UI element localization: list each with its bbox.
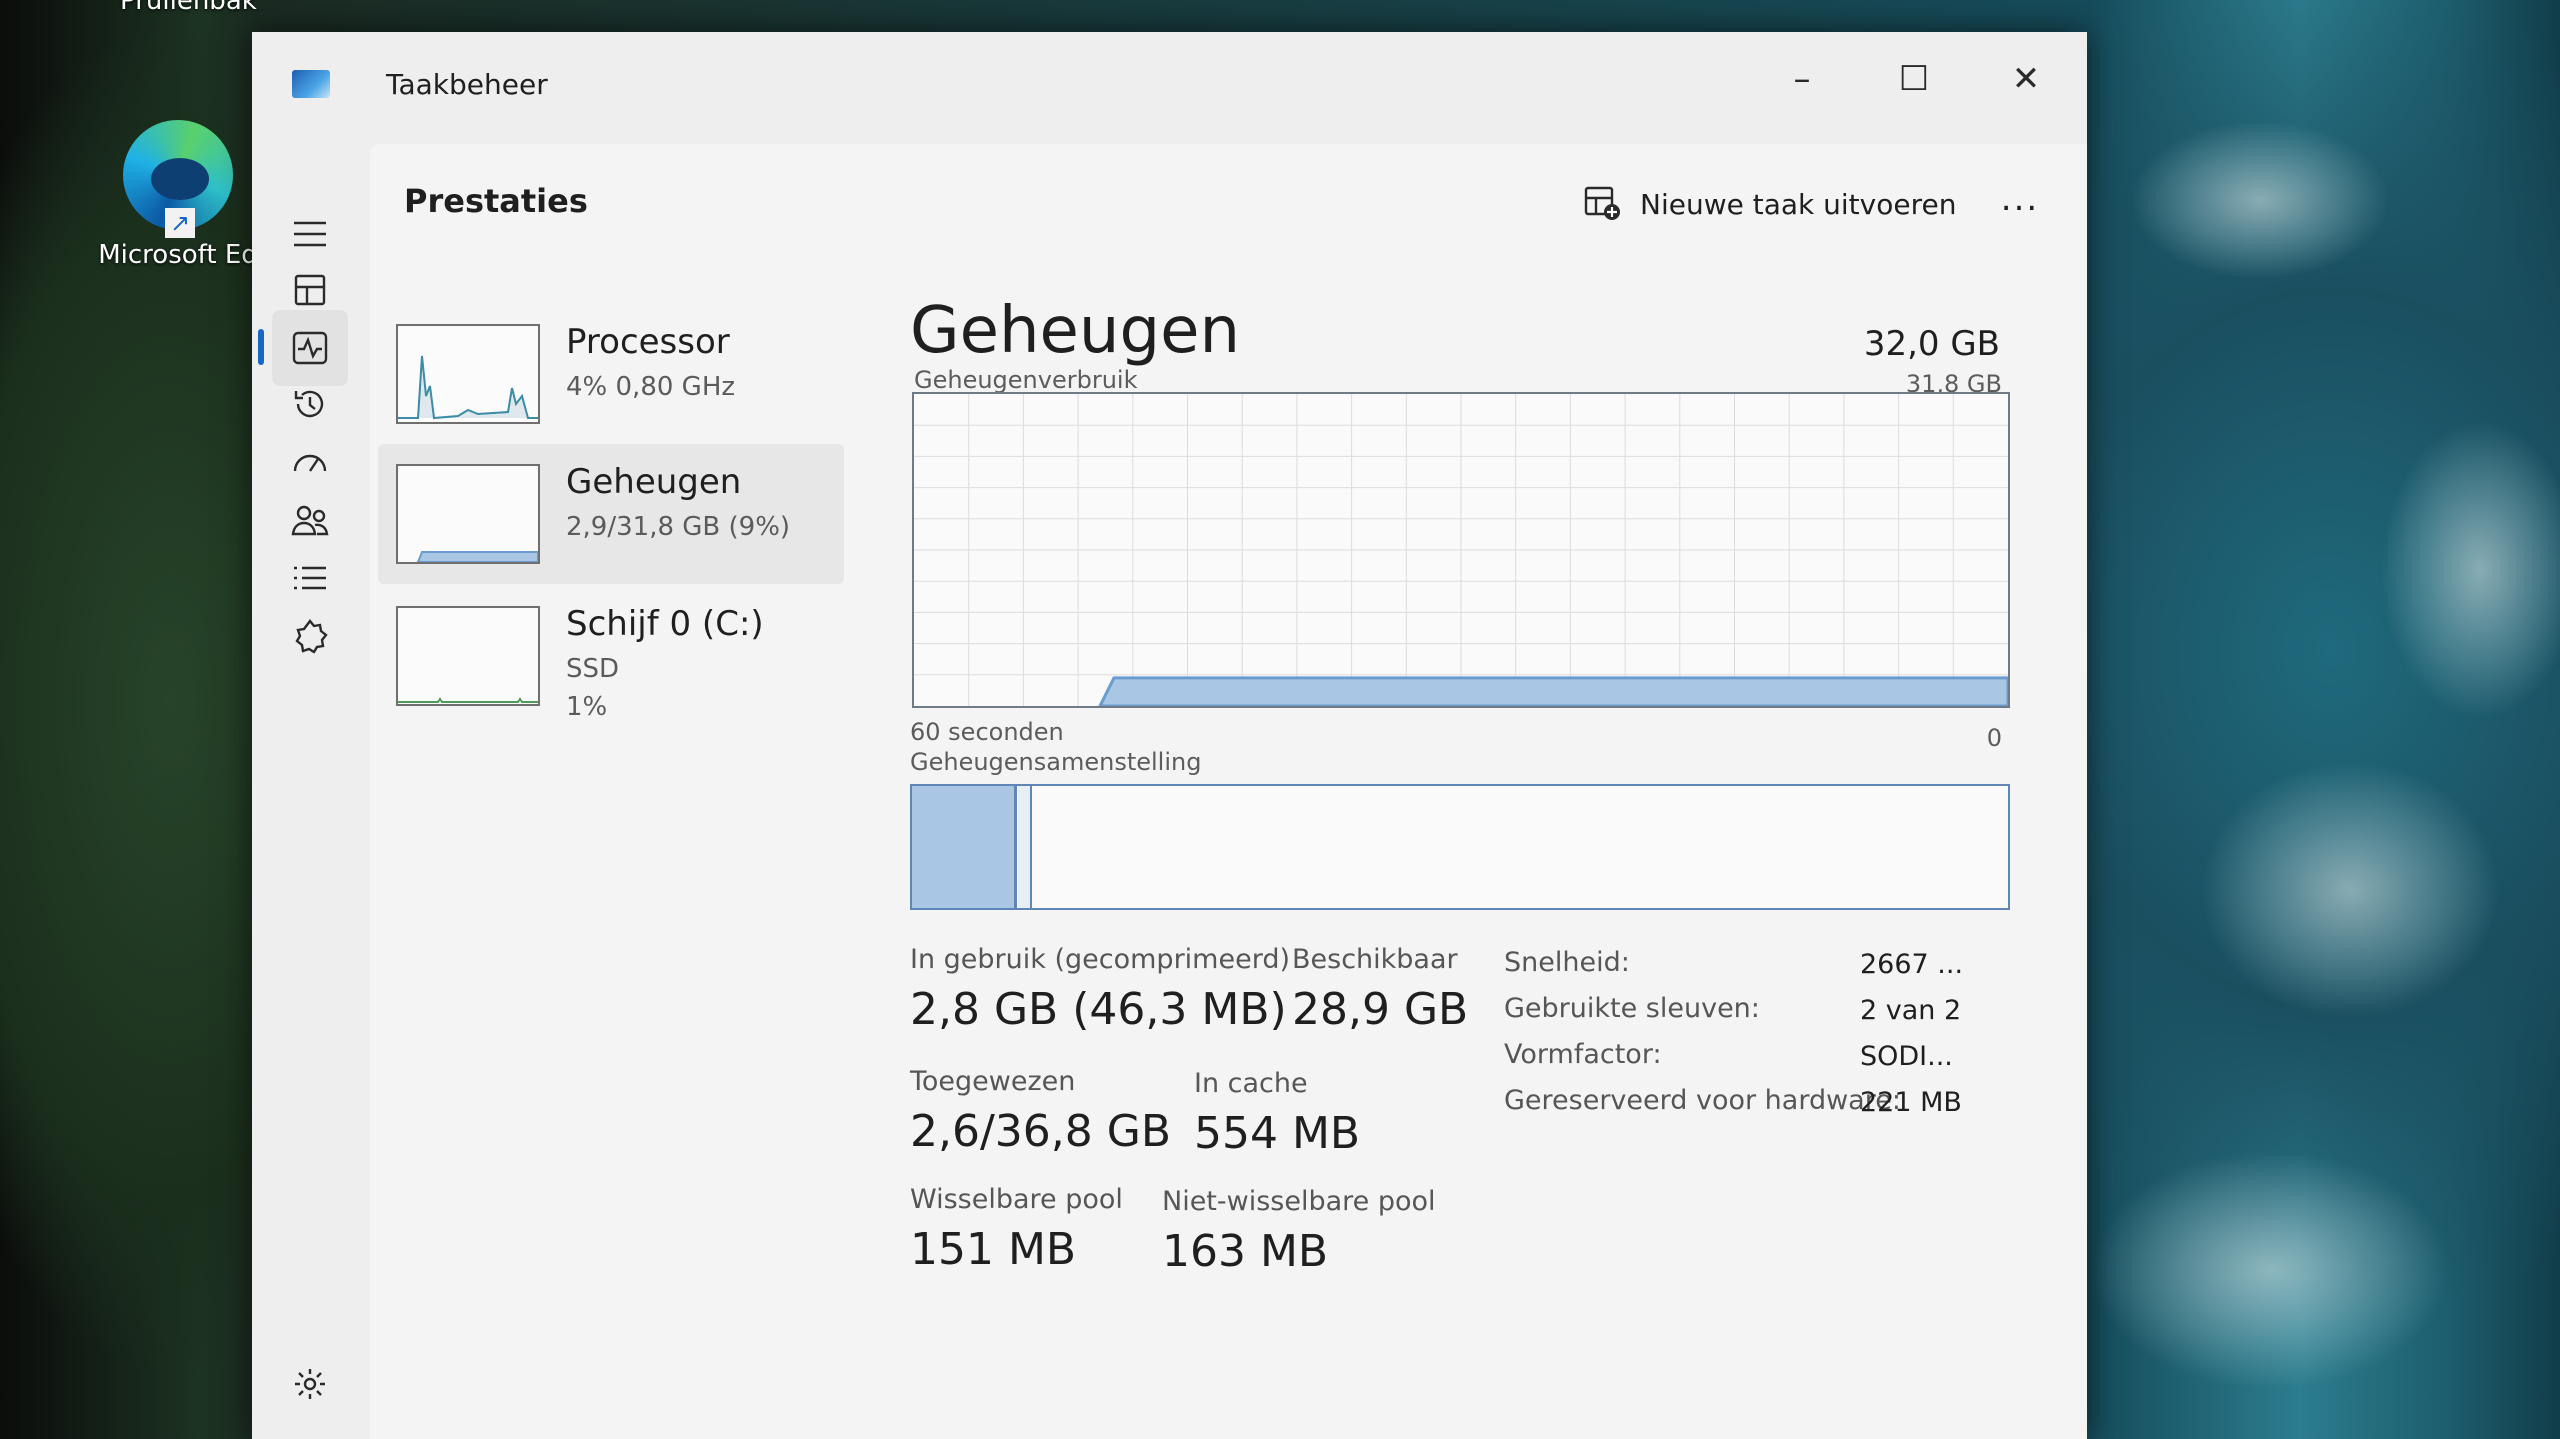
edge-desktop-shortcut[interactable]: ↗ Microsoft Ed <box>88 120 268 270</box>
composition-label: Geheugensamenstelling <box>910 748 1202 776</box>
content-area: Prestaties Nieuwe taak uitvoeren ... Pro… <box>370 144 2087 1439</box>
device-disk[interactable]: Schijf 0 (C:) SSD 1% <box>378 586 844 726</box>
settings-icon <box>295 1369 325 1399</box>
paged-pool-value: 151 MB <box>910 1224 1077 1275</box>
cached-label: In cache <box>1194 1068 1308 1099</box>
available-label: Beschikbaar <box>1292 944 1458 975</box>
nav-settings[interactable] <box>272 1346 348 1422</box>
command-bar: Prestaties Nieuwe taak uitvoeren ... <box>370 144 2087 254</box>
disk-thumbnail-graph <box>396 606 540 706</box>
run-new-task-label: Nieuwe taak uitvoeren <box>1640 187 1957 221</box>
committed-label: Toegewezen <box>910 1066 1076 1097</box>
composition-modified <box>1018 786 1032 908</box>
hardware-reserved-label: Gereserveerd voor hardware: <box>1504 1085 1901 1116</box>
cached-value: 554 MB <box>1194 1108 1361 1159</box>
nonpaged-pool-value: 163 MB <box>1162 1226 1329 1277</box>
startup-apps-icon <box>293 454 327 472</box>
hardware-reserved-value: 221 MB <box>1860 1087 1962 1118</box>
window-title: Taakbeheer <box>386 68 548 101</box>
composition-divider <box>1014 786 1017 908</box>
shortcut-arrow-icon: ↗ <box>165 208 195 238</box>
time-zero-label: 0 <box>1986 724 2002 752</box>
memory-thumbnail-graph <box>396 464 540 564</box>
disk-usage: 1% <box>566 692 608 722</box>
usage-graph-area <box>1097 676 2010 708</box>
performance-icon <box>292 331 328 365</box>
memory-usage: 2,9/31,8 GB (9%) <box>566 512 791 542</box>
task-manager-app-icon <box>292 70 330 98</box>
committed-value: 2,6/36,8 GB <box>910 1106 1172 1157</box>
usage-graph-grid <box>914 394 2008 706</box>
slots-used-label: Gebruikte sleuven: <box>1504 993 1760 1024</box>
in-use-value: 2,8 GB (46,3 MB) <box>910 984 1287 1035</box>
hamburger-menu-icon <box>294 221 326 247</box>
memory-detail-panel: Geheugen 32,0 GB Geheugenverbruik 31,8 G… <box>910 254 2060 1434</box>
composition-in-use <box>912 786 1014 908</box>
disk-name: Schijf 0 (C:) <box>566 604 764 644</box>
slots-used-value: 2 van 2 <box>1860 995 1962 1026</box>
processor-name: Processor <box>566 322 730 362</box>
processor-thumbnail-graph <box>396 324 540 424</box>
disk-type-label: SSD <box>566 654 620 684</box>
processor-usage: 4% 0,80 GHz <box>566 372 736 402</box>
usage-graph-label: Geheugenverbruik <box>914 366 1138 394</box>
task-manager-window: Taakbeheer – ☐ ✕ Prestaties Nieuwe taak … <box>252 32 2087 1439</box>
users-icon <box>291 505 329 536</box>
in-use-label: In gebruik (gecomprimeerd) <box>910 944 1290 975</box>
nonpaged-pool-label: Niet-wisselbare pool <box>1162 1186 1436 1217</box>
edge-icon: ↗ <box>123 120 233 238</box>
memory-composition-bar <box>910 784 2010 910</box>
disk-type: SSD 1% <box>566 650 619 726</box>
run-new-task-button[interactable]: Nieuwe taak uitvoeren <box>1570 174 1970 234</box>
available-value: 28,9 GB <box>1292 984 1469 1035</box>
title-bar[interactable]: Taakbeheer – ☐ ✕ <box>252 32 2087 144</box>
memory-name: Geheugen <box>566 462 742 502</box>
page-title: Prestaties <box>404 182 588 220</box>
close-button[interactable]: ✕ <box>1976 44 2076 114</box>
processes-icon <box>294 274 326 306</box>
device-memory[interactable]: Geheugen 2,9/31,8 GB (9%) <box>378 444 844 584</box>
more-options-button[interactable]: ... <box>1990 174 2050 234</box>
services-icon <box>295 619 328 654</box>
memory-title: Geheugen <box>910 294 1241 368</box>
edge-label: Microsoft Ed <box>98 240 258 270</box>
form-factor-label: Vormfactor: <box>1504 1039 1662 1070</box>
nav-services[interactable] <box>272 598 348 674</box>
memory-usage-graph <box>912 392 2010 708</box>
device-processor[interactable]: Processor 4% 0,80 GHz <box>378 304 844 444</box>
active-indicator <box>258 329 264 365</box>
speed-value: 2667 ... <box>1860 949 1964 980</box>
speed-label: Snelheid: <box>1504 947 1630 978</box>
form-factor-value: SODI... <box>1860 1041 1953 1072</box>
paged-pool-label: Wisselbare pool <box>910 1184 1123 1215</box>
time-span-label: 60 seconden <box>910 718 1064 746</box>
run-task-icon <box>1584 186 1620 220</box>
maximize-button[interactable]: ☐ <box>1864 44 1964 114</box>
recycle-bin-label[interactable]: Prullenbak <box>120 0 257 16</box>
app-history-icon <box>294 390 324 418</box>
memory-total: 32,0 GB <box>1863 324 2000 364</box>
minimize-button[interactable]: – <box>1752 44 1852 114</box>
navigation-rail <box>252 144 370 1439</box>
details-icon <box>294 566 326 590</box>
